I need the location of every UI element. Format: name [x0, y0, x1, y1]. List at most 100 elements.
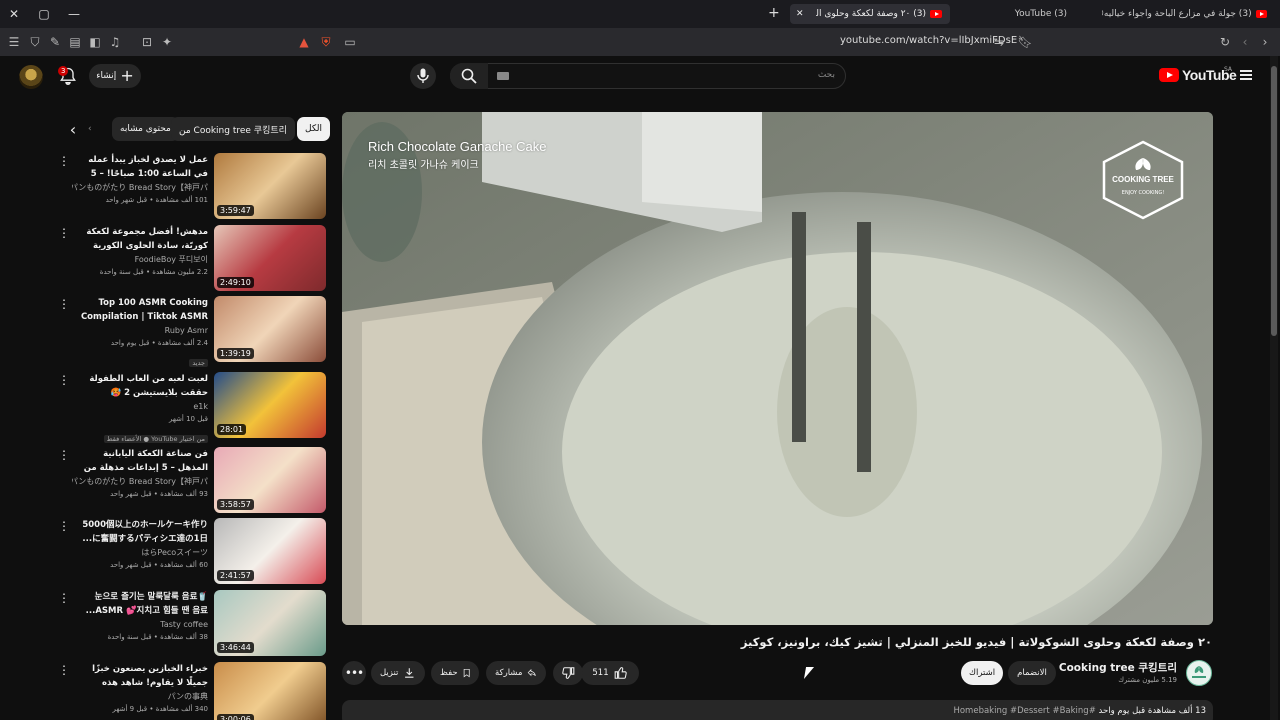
reader-mode-icon[interactable]: ▭ — [342, 34, 358, 50]
video-thumbnail[interactable]: 3:59:47 — [214, 153, 326, 219]
extensions-icon[interactable]: ✎ — [47, 34, 63, 50]
search-button[interactable] — [450, 63, 488, 89]
window-maximize-icon[interactable]: ▢ — [36, 6, 52, 22]
channel-name[interactable]: Tasty coffee — [72, 618, 208, 631]
tab-close-icon[interactable]: ✕ — [796, 9, 804, 19]
keyboard-icon[interactable] — [497, 72, 509, 80]
video-thumbnail[interactable]: 1:39:19 — [214, 296, 326, 362]
video-title[interactable]: 🥤눈으로 즐기는 말룩달룩 음료 ASMR 💕지치고 힘들 땐 음료... — [72, 590, 208, 618]
browser-toolbar: ☰ ⛉ ✎ ▤ ◧ ♫ ⊡ ✦ ▲ ⛨ 9 ▭ youtube.com/watc… — [0, 28, 1280, 67]
video-thumbnail[interactable]: 2:49:10 — [214, 225, 326, 291]
dislike-button[interactable] — [553, 661, 583, 685]
screenshot-icon[interactable]: ⊡ — [139, 34, 155, 50]
more-vertical-icon[interactable]: ⋮ — [58, 664, 70, 676]
warning-triangle-icon[interactable]: ▲ — [296, 34, 312, 50]
page-scrollbar-thumb[interactable] — [1271, 66, 1277, 336]
chips-scroll-left-icon[interactable]: ‹ — [64, 120, 82, 139]
join-button[interactable]: الانضمام — [1008, 661, 1056, 685]
recommendation-item[interactable]: 1:39:19 Top 100 ASMR Cooking Compilation … — [54, 296, 326, 367]
recommendation-item[interactable]: 2:49:10 مدهش! أفضل مجموعة لكعكة كوريّة، س… — [54, 225, 326, 293]
new-tab-button[interactable]: + — [768, 5, 780, 21]
channel-name[interactable]: FoodieBoy 푸디보이 — [72, 253, 208, 266]
save-button[interactable]: حفظ — [431, 661, 479, 685]
chip-all[interactable]: الكل — [297, 117, 331, 141]
recommendation-item[interactable]: 28:01 لعبت لعبه من العاب الطفولة حققت بلا… — [54, 372, 326, 443]
video-duration: 1:39:19 — [217, 348, 254, 359]
share-button[interactable]: مشاركة — [486, 661, 546, 685]
channel-name[interactable]: Ruby Asmr — [72, 324, 208, 337]
bookmark-icon[interactable]: 🔖︎ — [1017, 34, 1033, 50]
chip-from-channel[interactable]: من Cooking tree 쿠킹트리 — [171, 117, 295, 141]
window-minimize-icon[interactable]: — — [66, 6, 82, 22]
create-button[interactable]: + إنشاء — [89, 64, 141, 88]
recommendation-item[interactable]: 2:41:57 5000個以上のホールケーキ作り に奮闘するパティシエ達の1日..… — [54, 518, 326, 586]
channel-name[interactable]: e1k — [72, 400, 208, 413]
video-title[interactable]: مدهش! أفضل مجموعة لكعكة كوريّة، سادة الح… — [72, 225, 208, 253]
chip-related[interactable]: محتوى مشابه — [112, 117, 179, 141]
recommendation-item[interactable]: 3:46:44 🥤눈으로 즐기는 말룩달룩 음료 ASMR 💕지치고 힘들 땐 음… — [54, 590, 326, 658]
youtube-favicon-icon — [1255, 10, 1267, 18]
puzzle-icon[interactable]: ✦ — [159, 34, 175, 50]
video-title[interactable]: Top 100 ASMR Cooking Compilation | Tikto… — [72, 296, 208, 324]
more-vertical-icon[interactable]: ⋮ — [58, 520, 70, 532]
channel-name[interactable]: パンの事典 — [72, 690, 208, 703]
tab-cake-video[interactable]: (3) ٢٠ وصفة لكعكة وحلوى الشو ✕ — [790, 4, 950, 24]
overlay-title-korean: 리치 초콜릿 가나슈 케이크 — [368, 160, 479, 171]
sidebar-icon[interactable]: ◧ — [87, 34, 103, 50]
back-icon[interactable]: › — [1257, 34, 1273, 50]
channel-avatar[interactable] — [1186, 660, 1212, 686]
hashtags[interactable]: #Homebaking #Dessert #Baking — [953, 706, 1095, 716]
video-title[interactable]: لعبت لعبه من العاب الطفولة حققت بلايستيش… — [72, 372, 208, 400]
subscribe-button[interactable]: اشتراك — [961, 661, 1003, 685]
more-vertical-icon[interactable]: ⋮ — [58, 374, 70, 386]
recommendation-item[interactable]: 3:58:57 فن صناعة الكعكة اليابانية المذهل … — [54, 447, 326, 515]
more-vertical-icon[interactable]: ⋮ — [58, 449, 70, 461]
vpn-shield-icon[interactable]: ⛉ — [27, 34, 43, 50]
tab-youtube-home[interactable]: (3) YouTube — [955, 4, 1075, 24]
forward-icon[interactable]: ‹ — [1237, 34, 1253, 50]
video-thumbnail[interactable]: 3:58:57 — [214, 447, 326, 513]
video-duration: 3:00:06 — [217, 714, 254, 720]
description-header: 13 ألف مشاهدة قبل يوم واحد #Homebaking #… — [953, 706, 1206, 716]
guide-menu-icon[interactable] — [1240, 70, 1252, 80]
channel-name[interactable]: パンものがたり Bread Story【神戸パ — [72, 475, 208, 488]
more-vertical-icon[interactable]: ⋮ — [58, 298, 70, 310]
window-close-icon[interactable]: ✕ — [6, 6, 22, 22]
channel-name[interactable]: はらPecoスイーツ — [72, 546, 208, 559]
more-actions-button[interactable]: ••• — [342, 661, 366, 685]
reload-icon[interactable]: ↻ — [1217, 34, 1233, 50]
brave-shield-icon[interactable]: ⛨ — [318, 34, 334, 50]
video-title[interactable]: خبراء الخبازين يصنعون خبزًا جميلًا لا يق… — [72, 662, 208, 690]
video-title[interactable]: فن صناعة الكعكة اليابانية المذهل – 5 إبد… — [72, 447, 208, 475]
video-meta: 2.2 مليون مشاهدة • قبل سنة واحدة — [99, 268, 208, 276]
cooking-tree-watermark: COOKING TREE ENJOY COOKING! — [1100, 140, 1186, 220]
more-vertical-icon[interactable]: ⋮ — [58, 592, 70, 604]
video-thumbnail[interactable]: 28:01 — [214, 372, 326, 438]
reader-icon[interactable]: ▤ — [67, 34, 83, 50]
music-icon[interactable]: ♫ — [107, 34, 123, 50]
video-title[interactable]: 5000個以上のホールケーキ作り に奮闘するパティシエ達の1日... — [72, 518, 208, 546]
channel-name[interactable]: パンものがたり Bread Story【神戸パ — [72, 181, 208, 194]
tab-albaha-video[interactable]: (3) جولة في مزارع الباحة واجواء خياليه😍 — [1090, 4, 1275, 24]
video-thumbnail[interactable]: 2:41:57 — [214, 518, 326, 584]
video-thumbnail[interactable]: 3:46:44 — [214, 590, 326, 656]
youtube-favicon-icon — [930, 10, 942, 18]
video-player[interactable] — [342, 112, 1213, 625]
video-thumbnail[interactable]: 3:00:06 — [214, 662, 326, 720]
more-vertical-icon[interactable]: ⋮ — [58, 155, 70, 167]
more-vertical-icon[interactable]: ⋮ — [58, 227, 70, 239]
channel-name[interactable]: Cooking tree 쿠킹트리 — [1059, 660, 1177, 675]
voice-search-button[interactable] — [410, 63, 436, 89]
like-button[interactable]: 511 — [581, 661, 639, 685]
video-title[interactable]: عمل لا يصدق لخباز يبدأ عمله في الساعة 1:… — [72, 153, 208, 181]
video-duration: 3:58:57 — [217, 499, 254, 510]
share-link-icon[interactable]: ⇋ — [991, 34, 1007, 50]
video-info: Top 100 ASMR Cooking Compilation | Tikto… — [72, 296, 208, 369]
recommendation-item[interactable]: 3:00:06 خبراء الخبازين يصنعون خبزًا جميلً… — [54, 662, 326, 720]
user-avatar[interactable] — [19, 65, 43, 89]
menu-icon[interactable]: ☰ — [6, 34, 22, 50]
video-info: فن صناعة الكعكة اليابانية المذهل – 5 إبد… — [72, 447, 208, 501]
recommendation-item[interactable]: 3:59:47 عمل لا يصدق لخباز يبدأ عمله في ال… — [54, 153, 326, 221]
search-input[interactable]: بحث — [450, 63, 846, 89]
download-button[interactable]: تنزيل — [371, 661, 425, 685]
